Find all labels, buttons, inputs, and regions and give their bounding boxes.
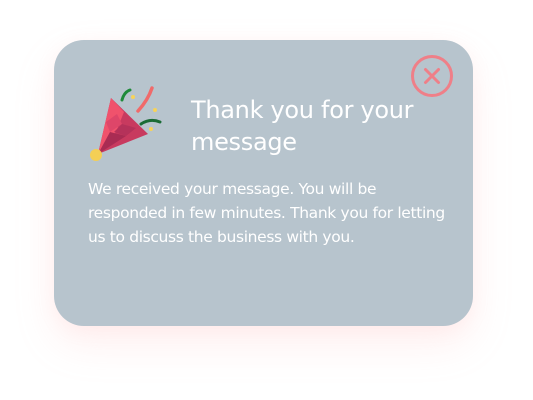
close-icon — [424, 68, 440, 84]
dialog-message: We received your message. You will be re… — [88, 180, 445, 246]
close-button[interactable] — [411, 55, 453, 97]
party-popper-icon — [90, 86, 162, 161]
dialog-title: Thank you for your message — [191, 96, 414, 156]
page: Thank you for your message We received y… — [0, 0, 533, 400]
thank-you-dialog: Thank you for your message We received y… — [54, 40, 473, 326]
